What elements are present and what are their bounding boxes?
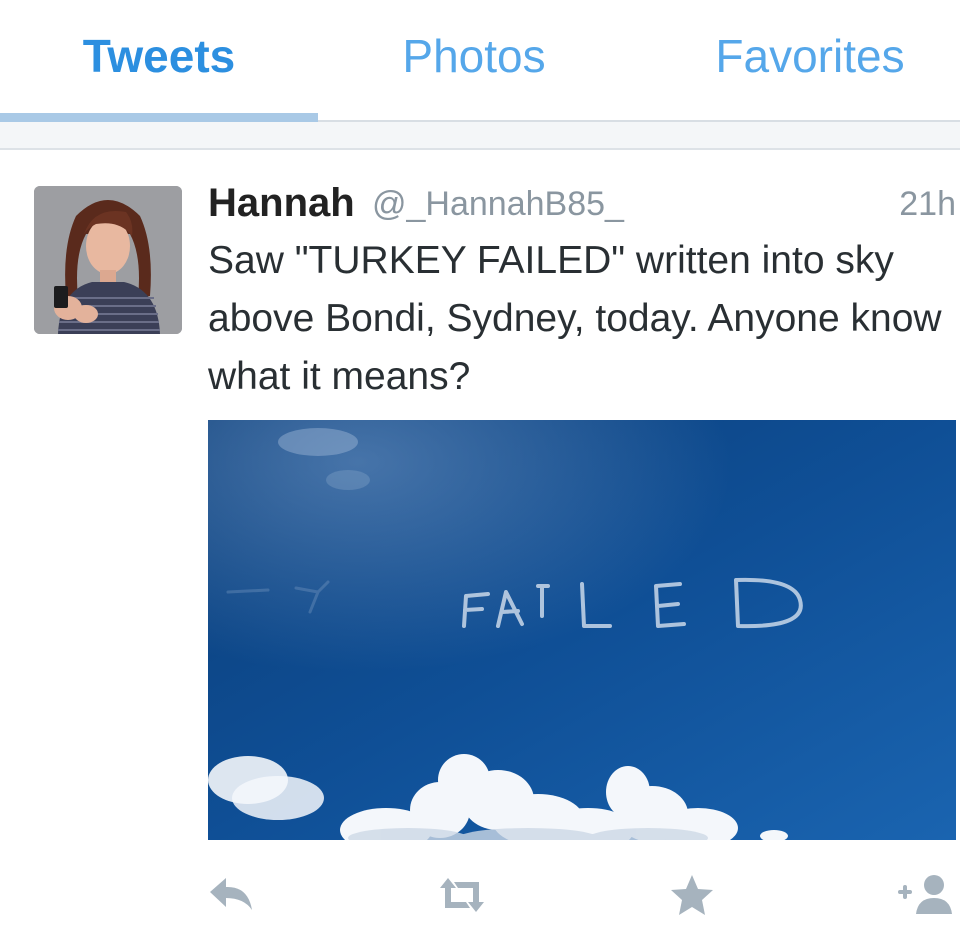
display-name[interactable]: Hannah bbox=[208, 178, 355, 228]
section-gap bbox=[0, 122, 960, 148]
user-handle[interactable]: @_HannahB85_ bbox=[372, 178, 624, 230]
twitter-profile-screen: Tweets Photos Favorites Hannah @_HannahB… bbox=[0, 0, 960, 928]
add-user-icon bbox=[898, 875, 952, 914]
tweet-text: Saw "TURKEY FAILED" written into sky abo… bbox=[208, 239, 942, 398]
sky-photo bbox=[208, 420, 956, 840]
favorite-button[interactable] bbox=[662, 870, 722, 920]
retweet-icon bbox=[440, 878, 484, 912]
tab-photos[interactable]: Photos bbox=[318, 26, 630, 86]
reply-icon bbox=[210, 878, 252, 910]
tab-tweets[interactable]: Tweets bbox=[0, 26, 318, 86]
tweet-timestamp[interactable]: 21h bbox=[899, 178, 956, 230]
section-divider bbox=[0, 148, 960, 150]
tweet-media-photo[interactable] bbox=[208, 420, 956, 840]
avatar[interactable] bbox=[34, 186, 182, 334]
reply-button[interactable] bbox=[204, 870, 264, 920]
tab-favorites[interactable]: Favorites bbox=[650, 26, 960, 86]
tweet-header: Hannah @_HannahB85_ 21h bbox=[208, 178, 960, 228]
profile-tabs: Tweets Photos Favorites bbox=[0, 0, 960, 122]
follow-button[interactable] bbox=[896, 870, 956, 920]
retweet-button[interactable] bbox=[432, 870, 492, 920]
avatar-portrait bbox=[34, 186, 182, 334]
star-icon bbox=[671, 875, 713, 915]
active-tab-indicator bbox=[0, 113, 318, 122]
